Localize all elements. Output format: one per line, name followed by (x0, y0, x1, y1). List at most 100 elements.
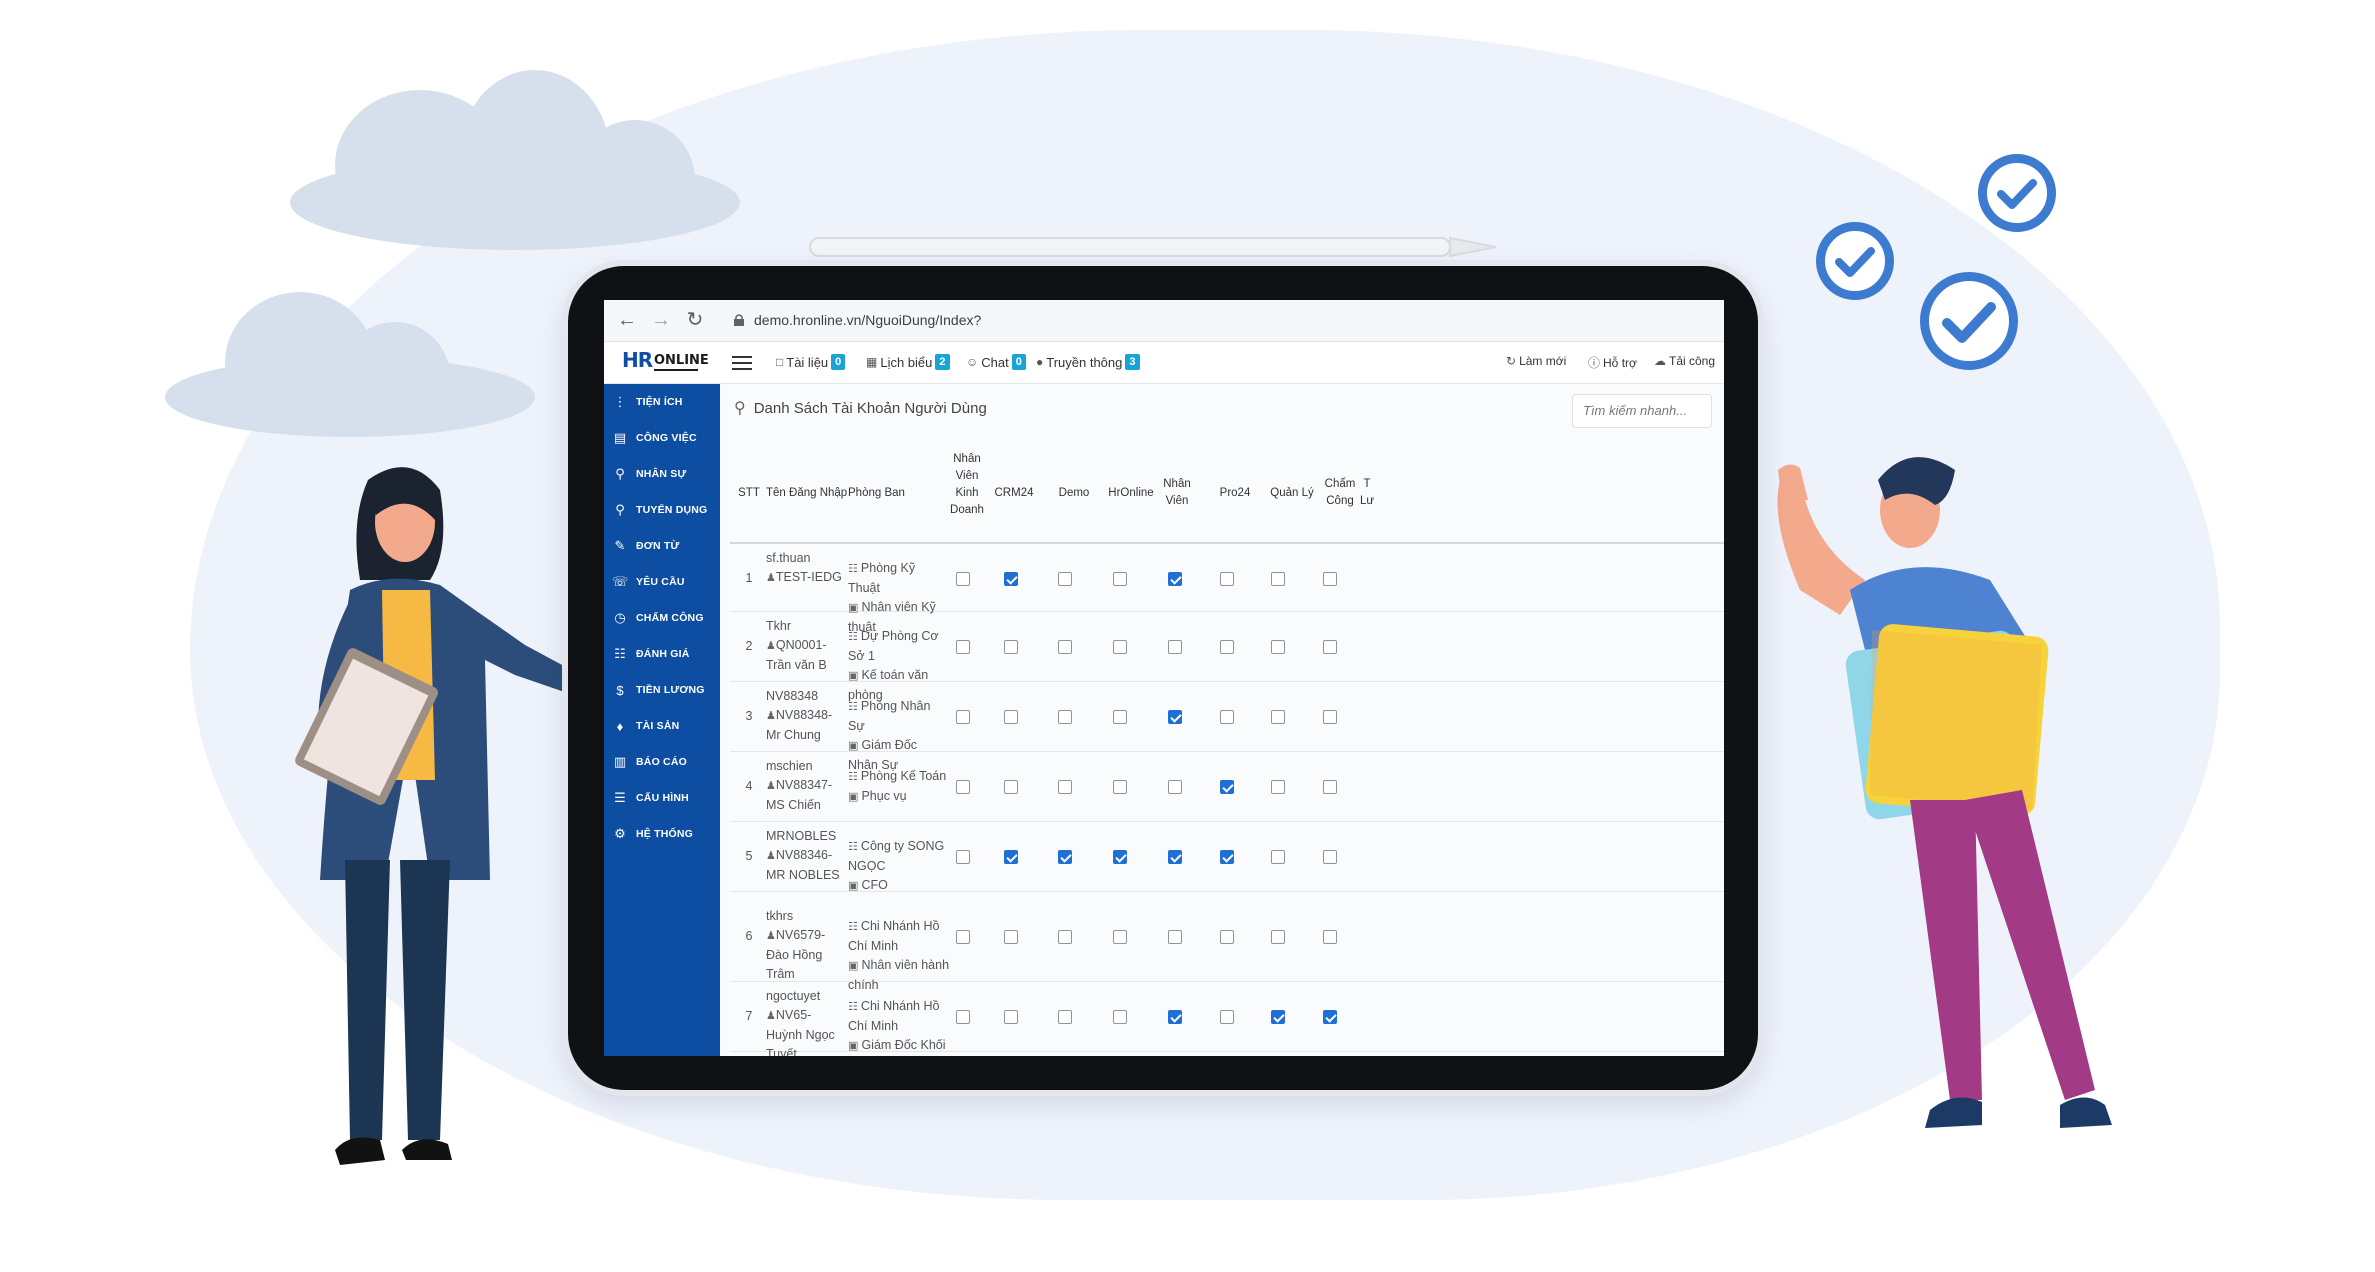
topnav-tai-lieu[interactable]: □ Tài liệu 0 (776, 354, 846, 370)
role-checkbox[interactable] (1058, 850, 1072, 864)
role-checkbox[interactable] (956, 1010, 970, 1024)
role-checkbox[interactable] (1058, 930, 1072, 944)
column-header[interactable]: Tên Đăng Nhập (766, 485, 856, 502)
role-checkbox[interactable] (1220, 572, 1234, 586)
role-checkbox[interactable] (1168, 850, 1182, 864)
role-checkbox[interactable] (1323, 850, 1337, 864)
sidebar-item-cong-viec[interactable]: ▤ Công việc (612, 428, 697, 448)
topnav-truyen-thong[interactable]: ● Truyền thông 3 (1036, 354, 1140, 370)
role-checkbox[interactable] (1004, 850, 1018, 864)
login-cell[interactable]: NV88348 ♟NV88348-Mr Chung (766, 687, 844, 745)
role-checkbox[interactable] (956, 780, 970, 794)
table-row[interactable]: 1 sf.thuan ♟TEST-IEDG ☷ Phòng Kỹ Thuật ▣ Nhâ… (730, 546, 1724, 634)
role-checkbox[interactable] (1271, 1010, 1285, 1024)
role-checkbox[interactable] (1168, 1010, 1182, 1024)
hronline-logo[interactable]: HR ONLINE (618, 348, 709, 378)
column-header[interactable]: Phòng Ban (848, 485, 938, 502)
sidebar-item-tien-ich[interactable]: ⋮ Tiện ích (612, 392, 683, 412)
role-checkbox[interactable] (1168, 640, 1182, 654)
role-checkbox[interactable] (1113, 572, 1127, 586)
role-checkbox[interactable] (1004, 710, 1018, 724)
column-header[interactable]: Pro24 (1205, 485, 1265, 502)
menu-toggle-icon[interactable] (732, 356, 752, 371)
role-checkbox[interactable] (1323, 710, 1337, 724)
role-checkbox[interactable] (956, 850, 970, 864)
sidebar-item-cham-cong[interactable]: ◷ Chấm công (612, 608, 704, 628)
role-checkbox[interactable] (1271, 780, 1285, 794)
sidebar-item-cau-hinh[interactable]: ☰ Cấu hình (612, 788, 689, 808)
column-header[interactable]: Demo (1044, 485, 1104, 502)
sidebar-item-bao-cao[interactable]: ▥ Báo cáo (612, 752, 687, 772)
role-checkbox[interactable] (1323, 640, 1337, 654)
role-checkbox[interactable] (1220, 850, 1234, 864)
role-checkbox[interactable] (1058, 710, 1072, 724)
role-checkbox[interactable] (956, 930, 970, 944)
role-checkbox[interactable] (1113, 850, 1127, 864)
sidebar-item-he-thong[interactable]: ⚙ Hệ thống (612, 824, 693, 844)
table-row[interactable]: 3 NV88348 ♟NV88348-Mr Chung ☷ Phòng Nhân Sự… (730, 682, 1724, 772)
refresh-button[interactable]: ↻ Làm mới (1506, 354, 1566, 368)
role-checkbox[interactable] (1271, 710, 1285, 724)
role-checkbox[interactable] (1168, 780, 1182, 794)
role-checkbox[interactable] (1058, 640, 1072, 654)
login-cell[interactable]: mschien ♟NV88347-MS Chiến (766, 757, 844, 815)
role-checkbox[interactable] (1058, 572, 1072, 586)
role-checkbox[interactable] (1220, 1010, 1234, 1024)
login-cell[interactable]: MRNOBLES ♟NV88346-MR NOBLES (766, 827, 844, 885)
login-cell[interactable]: ngoctuyet ♟NV65-Huỳnh Ngọc Tuyết (766, 987, 844, 1056)
column-header[interactable]: STT (734, 485, 764, 502)
topnav-chat[interactable]: ☺ Chat 0 (966, 354, 1026, 370)
role-checkbox[interactable] (1113, 710, 1127, 724)
sidebar-item-don-tu[interactable]: ✎ Đơn từ (612, 536, 680, 556)
table-row[interactable]: 7 ngoctuyet ♟NV65-Huỳnh Ngọc Tuyết ☷ Chi Nh… (730, 982, 1724, 1056)
role-checkbox[interactable] (1271, 930, 1285, 944)
role-checkbox[interactable] (1220, 930, 1234, 944)
role-checkbox[interactable] (956, 640, 970, 654)
sidebar-item-danh-gia[interactable]: ☷ Đánh giá (612, 644, 690, 664)
login-cell[interactable]: sf.thuan ♟TEST-IEDG (766, 549, 844, 588)
sidebar-item-yeu-cau[interactable]: ☏ Yêu cầu (612, 572, 685, 592)
column-header[interactable]: T Lư (1360, 476, 1374, 510)
column-header[interactable]: Nhân Viên (1154, 476, 1200, 510)
role-checkbox[interactable] (1113, 1010, 1127, 1024)
login-cell[interactable]: tkhrs ♟NV6579-Đào Hồng Trâm (766, 907, 844, 984)
column-header[interactable]: CRM24 (984, 485, 1044, 502)
role-checkbox[interactable] (1004, 572, 1018, 586)
topnav-lich-bieu[interactable]: ▦ Lịch biểu 2 (866, 354, 950, 370)
role-checkbox[interactable] (1058, 780, 1072, 794)
role-checkbox[interactable] (1220, 710, 1234, 724)
table-row[interactable]: 4 mschien ♟NV88347-MS Chiến ☷ Phòng Kế Toán… (730, 752, 1724, 822)
role-checkbox[interactable] (1058, 1010, 1072, 1024)
sidebar-item-tien-luong[interactable]: $ Tiền lương (612, 680, 705, 700)
role-checkbox[interactable] (1113, 930, 1127, 944)
upload-button[interactable]: ☁ Tải công (1654, 354, 1715, 368)
role-checkbox[interactable] (1004, 780, 1018, 794)
quick-search-input[interactable]: Tìm kiếm nhanh... (1572, 394, 1712, 428)
back-button[interactable]: ← (616, 309, 638, 331)
role-checkbox[interactable] (1004, 1010, 1018, 1024)
address-bar[interactable]: demo.hronline.vn/NguoiDung/Index? (724, 306, 1704, 336)
sidebar-item-tai-san[interactable]: ♦ Tài sản (612, 716, 680, 736)
sidebar-item-nhan-su[interactable]: ⚲ Nhân sự (612, 464, 686, 484)
role-checkbox[interactable] (1168, 572, 1182, 586)
login-cell[interactable]: Tkhr ♟QN0001-Trần văn B (766, 617, 844, 675)
role-checkbox[interactable] (1271, 850, 1285, 864)
table-row[interactable]: 2 Tkhr ♟QN0001-Trần văn B ☷ Dự Phòng Cơ Sở … (730, 612, 1724, 702)
role-checkbox[interactable] (1168, 710, 1182, 724)
role-checkbox[interactable] (1004, 640, 1018, 654)
table-row[interactable]: 6 tkhrs ♟NV6579-Đào Hồng Trâm ☷ Chi Nhánh H… (730, 892, 1724, 992)
role-checkbox[interactable] (1004, 930, 1018, 944)
role-checkbox[interactable] (1323, 930, 1337, 944)
role-checkbox[interactable] (1271, 640, 1285, 654)
role-checkbox[interactable] (1220, 640, 1234, 654)
sidebar-item-tuyen-dung[interactable]: ⚲ Tuyển dụng (612, 500, 707, 520)
role-checkbox[interactable] (1323, 572, 1337, 586)
role-checkbox[interactable] (1113, 780, 1127, 794)
role-checkbox[interactable] (1323, 780, 1337, 794)
role-checkbox[interactable] (956, 572, 970, 586)
role-checkbox[interactable] (1220, 780, 1234, 794)
role-checkbox[interactable] (1271, 572, 1285, 586)
forward-button[interactable]: → (650, 309, 672, 331)
support-button[interactable]: ⓘ Hỗ trợ (1588, 354, 1637, 371)
role-checkbox[interactable] (956, 710, 970, 724)
